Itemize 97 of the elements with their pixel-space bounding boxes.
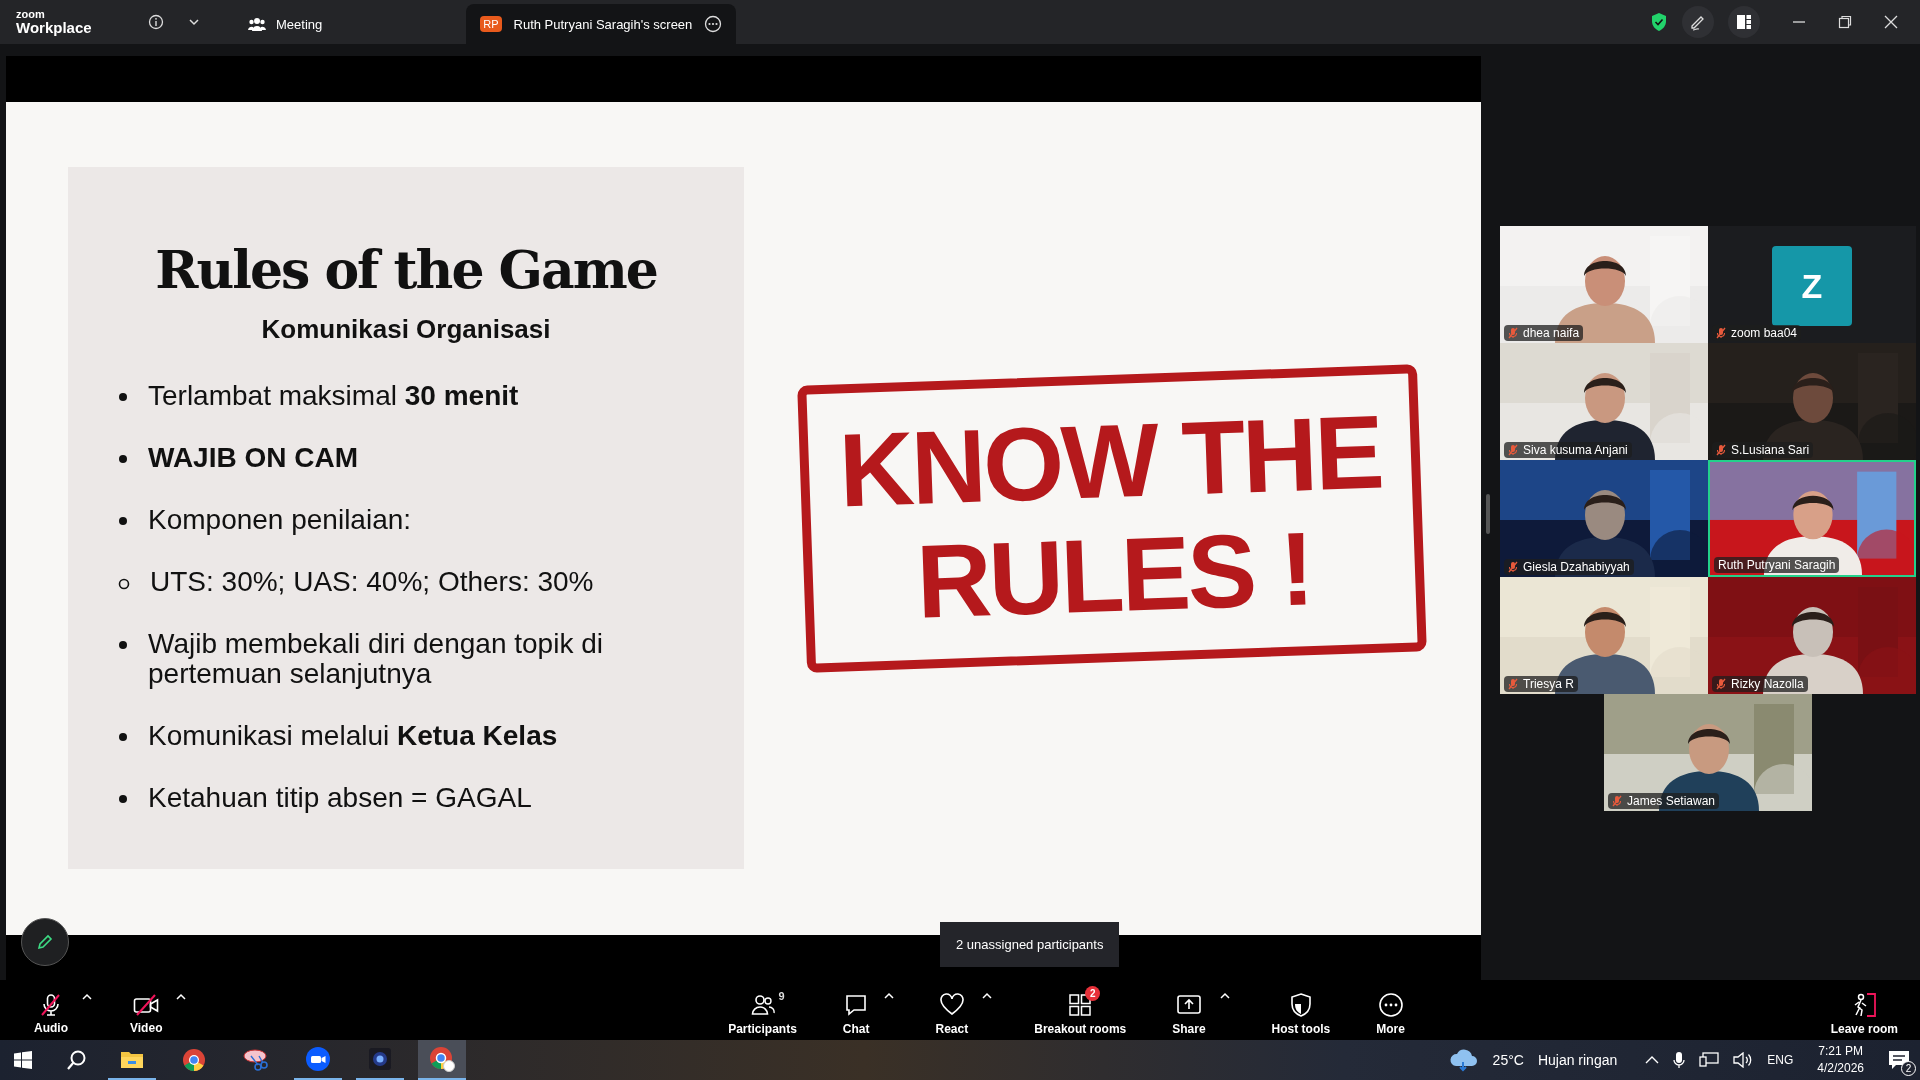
close-icon[interactable] [1884, 15, 1898, 29]
layout-button[interactable] [1728, 6, 1760, 38]
caret-icon[interactable] [176, 993, 187, 1001]
slide-title: Rules of the Game [155, 239, 657, 300]
video-button[interactable]: Video [126, 985, 167, 1035]
bullet-icon [118, 794, 128, 804]
bullet-icon [118, 516, 128, 526]
name-label: Ruth Putryani Saragih [1714, 557, 1840, 573]
caret-icon[interactable] [982, 992, 993, 1000]
chat-button[interactable]: Chat [838, 984, 874, 1036]
notification-count: 2 [1901, 1061, 1916, 1076]
avatar: Z [1772, 246, 1852, 326]
shield-check-icon[interactable] [1650, 12, 1668, 32]
rules-stamp: KNOW THE RULES ! [797, 364, 1428, 673]
weather-text: Hujan ringan [1537, 1052, 1618, 1068]
chevron-down-icon[interactable] [188, 16, 200, 28]
app-name: Workplace [16, 20, 93, 35]
mic-icon[interactable] [1673, 1051, 1686, 1069]
bullet-icon [118, 392, 128, 402]
audio-button[interactable]: Audio [30, 985, 72, 1035]
search-icon[interactable] [66, 1049, 88, 1071]
camera-app-icon [368, 1047, 392, 1071]
rule-text: WAJIB ON CAM [148, 443, 358, 473]
initials-badge: RP [480, 16, 502, 32]
bullet-icon [118, 640, 128, 650]
browser-icon [429, 1046, 455, 1072]
info-icon[interactable] [148, 14, 164, 30]
people-icon [750, 994, 775, 1016]
chevron-up-icon[interactable] [1645, 1055, 1660, 1065]
windows-start-icon[interactable] [14, 1051, 32, 1069]
tooltip: 2 unassigned participants [940, 922, 1120, 967]
browser-icon [182, 1048, 206, 1072]
video-tile[interactable]: Giesla Dzahabiyyah [1500, 460, 1708, 577]
clock-date[interactable]: 4/2/2026 [1817, 1060, 1864, 1077]
people-icon [248, 16, 266, 32]
language-indicator[interactable]: ENG [1767, 1053, 1794, 1067]
pencil-icon [35, 932, 55, 952]
name-label: Siva kusuma Anjani [1504, 442, 1632, 458]
caret-icon[interactable] [1219, 992, 1230, 1000]
clock-time[interactable]: 7:21 PM [1818, 1043, 1863, 1060]
notification-badge: 2 [1085, 986, 1101, 1001]
chat-icon [844, 993, 869, 1017]
rule-text: UTS: 30%; UAS: 40%; Others: 30% [150, 567, 594, 597]
folder-icon [120, 1049, 144, 1069]
heart-icon [938, 993, 965, 1017]
breakout-button[interactable]: 2 Breakout rooms [1030, 984, 1131, 1036]
leave-button[interactable]: Leave room [1826, 984, 1902, 1036]
participants-button[interactable]: 9 Participants [724, 984, 801, 1036]
video-tile[interactable]: dhea naifa [1500, 226, 1708, 343]
share-screen-icon [1175, 994, 1202, 1016]
name-label: S.Lusiana Sari [1712, 442, 1814, 458]
bullet-icon [118, 454, 128, 464]
window-tab[interactable]: RP Ruth Putryani Saragih's screen [466, 4, 737, 44]
rule-text: Terlambat maksimal 30 menit [148, 381, 519, 411]
circle-bullet-icon [118, 578, 130, 590]
video-tile[interactable]: Z zoom baa04 [1708, 226, 1916, 343]
notification-icon[interactable] [1888, 1050, 1910, 1070]
slide-subtitle: Komunikasi Organisasi [261, 314, 551, 345]
caret-icon[interactable] [82, 993, 92, 1001]
network-icon[interactable] [1699, 1052, 1720, 1068]
video-app-icon [305, 1046, 331, 1072]
layout-icon [1736, 14, 1752, 30]
name-label: dhea naifa [1504, 325, 1584, 341]
more-icon [1377, 992, 1404, 1018]
react-button[interactable]: React [931, 984, 973, 1036]
video-tile[interactable]: Triesya R [1500, 577, 1708, 694]
video-tile[interactable]: Rizky Nazolla [1708, 577, 1916, 694]
rule-text: Wajib membekali diri dengan topik di pertemuan selanjutnya [148, 629, 604, 689]
temperature: 25°C [1492, 1052, 1524, 1068]
bullet-icon [118, 732, 128, 742]
name-label: Rizky Nazolla [1712, 676, 1808, 692]
participant-count: 9 [778, 990, 785, 1002]
window-tab[interactable]: Meeting [234, 4, 337, 44]
share-button[interactable]: Share [1168, 984, 1210, 1036]
name-label: Giesla Dzahabiyyah [1504, 559, 1634, 575]
more-button[interactable]: More [1372, 984, 1409, 1036]
name-label: Triesya R [1504, 676, 1578, 692]
cloud-rain-icon[interactable] [1448, 1048, 1479, 1072]
more-icon[interactable] [704, 15, 723, 33]
restore-icon[interactable] [1838, 15, 1852, 29]
annotate-button[interactable] [1682, 6, 1714, 38]
taskbar-app[interactable] [418, 1040, 466, 1080]
video-tile[interactable]: Ruth Putryani Saragih [1708, 460, 1916, 577]
scissors-icon [243, 1048, 269, 1072]
shield-icon [1289, 993, 1312, 1017]
video-tile[interactable]: Siva kusuma Anjani [1500, 343, 1708, 460]
caret-icon[interactable] [883, 992, 894, 1000]
rule-text: Komponen penilaian: [148, 505, 412, 535]
name-label: James Setiawan [1608, 793, 1720, 809]
host-button[interactable]: Host tools [1267, 984, 1335, 1036]
speaker-icon[interactable] [1733, 1052, 1754, 1068]
rule-text: Komunikasi melalui Ketua Kelas [148, 721, 558, 751]
video-tile[interactable]: S.Lusiana Sari [1708, 343, 1916, 460]
video-tile[interactable]: James Setiawan [1604, 694, 1812, 811]
logo-text: zoom [16, 9, 46, 20]
rule-text: Ketahuan titip absen = GAGAL [148, 783, 532, 813]
resize-handle[interactable] [1486, 494, 1490, 534]
